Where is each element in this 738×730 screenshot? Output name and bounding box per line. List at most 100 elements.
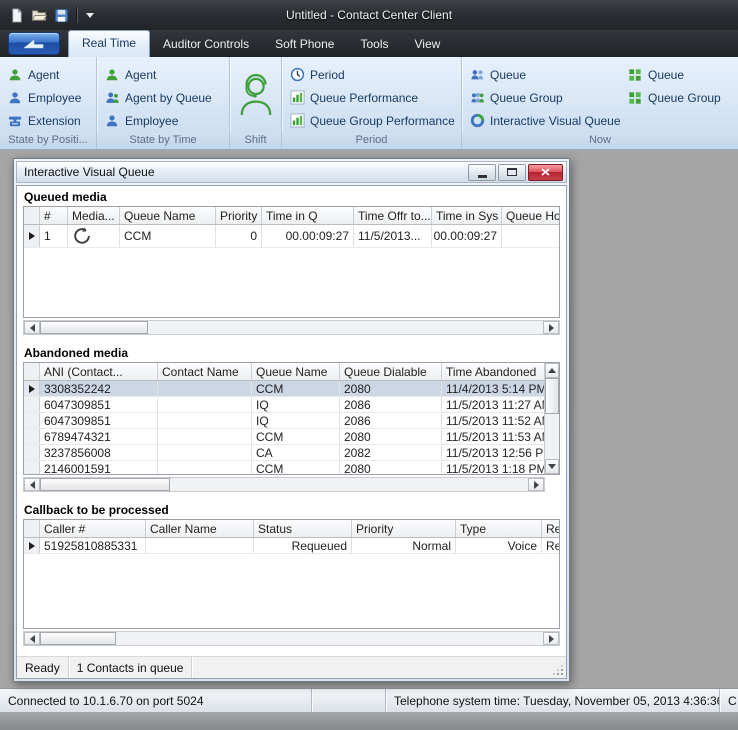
close-button[interactable] xyxy=(528,164,563,181)
toolbar-dropdown-icon[interactable] xyxy=(86,13,94,18)
cell-time-abandoned: 11/5/2013 12:56 PM xyxy=(442,445,544,460)
abandoned-row[interactable]: 6047309851 IQ 2086 11/5/2013 11:27 AM xyxy=(24,397,544,413)
ribbon-item-extension[interactable]: Extension xyxy=(0,109,96,132)
scrollbar-thumb[interactable] xyxy=(40,632,116,645)
tab-auditor-controls[interactable]: Auditor Controls xyxy=(150,32,262,57)
cell-caller-number: 51925810885331 xyxy=(40,538,146,553)
column-header[interactable]: Time in Q xyxy=(262,207,354,224)
arrow-down-icon xyxy=(548,464,556,469)
ribbon-item-queue-group-now[interactable]: Queue Group xyxy=(462,86,620,109)
callback-row[interactable]: 51925810885331 Requeued Normal Voice Req xyxy=(24,538,559,554)
abandoned-row[interactable]: 6789474321 CCM 2080 11/5/2013 11:53 AM xyxy=(24,429,544,445)
arrow-up-icon xyxy=(548,368,556,373)
abandoned-row[interactable]: 3308352242 CCM 2080 11/4/2013 5:14 PM xyxy=(24,381,544,397)
open-folder-icon[interactable] xyxy=(31,8,47,23)
ribbon-item-label: Period xyxy=(310,68,345,82)
row-arrow-icon xyxy=(29,542,35,550)
column-header[interactable]: Time Abandoned xyxy=(442,363,544,380)
tab-soft-phone[interactable]: Soft Phone xyxy=(262,32,347,57)
column-header[interactable]: Type xyxy=(456,520,542,537)
ribbon-group-shift: Shift xyxy=(230,57,282,149)
column-header[interactable]: Queue Dialable xyxy=(340,363,442,380)
column-header[interactable]: Caller Name xyxy=(146,520,254,537)
scrollbar-thumb[interactable] xyxy=(40,321,148,334)
employee-icon xyxy=(7,90,23,106)
column-header[interactable]: Media... xyxy=(68,207,120,224)
abandoned-row[interactable]: 6047309851 IQ 2086 11/5/2013 11:52 AM xyxy=(24,413,544,429)
column-header[interactable]: Status xyxy=(254,520,352,537)
scroll-down-button[interactable] xyxy=(545,459,559,474)
window-title: Untitled - Contact Center Client xyxy=(0,8,738,22)
queued-horizontal-scrollbar xyxy=(23,320,560,335)
abandoned-row[interactable]: 3237856008 CA 2082 11/5/2013 12:56 PM xyxy=(24,445,544,461)
scroll-right-button[interactable] xyxy=(543,632,559,645)
row-selector-header xyxy=(24,520,40,537)
ribbon-item-agent-position[interactable]: Agent xyxy=(0,63,96,86)
quick-access-toolbar xyxy=(0,7,94,23)
cell-status: Requeued xyxy=(254,538,352,553)
chart-icon xyxy=(289,113,305,129)
ribbon-item-agent-time[interactable]: Agent xyxy=(97,63,229,86)
scroll-right-button[interactable] xyxy=(543,321,559,334)
column-header[interactable]: Time Offr to... xyxy=(354,207,432,224)
column-header[interactable]: Queue Name xyxy=(120,207,216,224)
ribbon-item-queue-performance[interactable]: Queue Performance xyxy=(282,86,461,109)
employee-icon xyxy=(104,113,120,129)
section-title-abandoned-media: Abandoned media xyxy=(17,342,566,362)
ribbon-item-queue-now[interactable]: Queue xyxy=(462,63,620,86)
column-header[interactable]: Time in Sys xyxy=(432,207,502,224)
application-menu-button[interactable] xyxy=(8,32,60,55)
row-selector xyxy=(24,413,40,428)
column-header[interactable]: ANI (Contact... xyxy=(40,363,158,380)
ribbon-item-queue-group-performance[interactable]: Queue Group Performance xyxy=(282,109,461,132)
cell-number: 1 xyxy=(40,225,68,247)
row-selector xyxy=(24,397,40,412)
column-header[interactable]: Priority xyxy=(216,207,262,224)
queue-icon xyxy=(469,67,485,83)
close-icon xyxy=(541,168,550,176)
column-header[interactable]: Reas xyxy=(542,520,559,537)
scroll-right-button[interactable] xyxy=(528,478,544,491)
column-header[interactable]: # xyxy=(40,207,68,224)
ribbon-item-period[interactable]: Period xyxy=(282,63,461,86)
new-document-icon[interactable] xyxy=(9,8,24,23)
tab-tools[interactable]: Tools xyxy=(347,32,401,57)
column-header[interactable]: Queue Hop xyxy=(502,207,559,224)
cell-media-type xyxy=(68,225,120,247)
scroll-up-button[interactable] xyxy=(545,363,559,378)
chart-icon xyxy=(289,90,305,106)
column-header[interactable]: Priority xyxy=(352,520,456,537)
ribbon-item-shift[interactable] xyxy=(230,57,281,133)
interactive-visual-queue-window: Interactive Visual Queue Queued media # xyxy=(13,158,570,682)
scrollbar-thumb[interactable] xyxy=(545,378,559,414)
cell-contact-name xyxy=(158,429,252,444)
ribbon-item-label: Extension xyxy=(28,114,81,128)
save-icon[interactable] xyxy=(54,8,69,23)
ribbon-item-queue-group-grid[interactable]: Queue Group xyxy=(620,86,738,109)
column-header[interactable]: Caller # xyxy=(40,520,146,537)
ribbon-item-agent-by-queue[interactable]: Agent by Queue xyxy=(97,86,229,109)
queued-media-row[interactable]: 1 CCM 0 00.00:09:27 11/5/2013... 00.00:0… xyxy=(24,225,559,248)
scroll-left-button[interactable] xyxy=(24,321,40,334)
resize-grip[interactable] xyxy=(553,665,564,676)
scroll-left-button[interactable] xyxy=(24,632,40,645)
cell-contact-name xyxy=(158,381,252,396)
scrollbar-thumb[interactable] xyxy=(40,478,170,491)
column-header[interactable]: Queue Name xyxy=(252,363,340,380)
cell-ani: 6789474321 xyxy=(40,429,158,444)
abandoned-row[interactable]: 2146001591 CCM 2080 11/5/2013 1:18 PM xyxy=(24,461,544,474)
tab-real-time[interactable]: Real Time xyxy=(68,30,150,57)
tab-view[interactable]: View xyxy=(401,32,453,57)
ribbon-item-employee-time[interactable]: Employee xyxy=(97,109,229,132)
ribbon-item-label: Agent by Queue xyxy=(125,91,212,105)
maximize-button[interactable] xyxy=(498,164,526,181)
cell-queue-dialable: 2080 xyxy=(340,381,442,396)
cell-contact-name xyxy=(158,461,252,474)
minimize-button[interactable] xyxy=(468,164,496,181)
ribbon-item-employee-position[interactable]: Employee xyxy=(0,86,96,109)
ribbon-item-interactive-visual-queue[interactable]: Interactive Visual Queue xyxy=(462,109,620,132)
scroll-left-button[interactable] xyxy=(24,478,40,491)
column-header[interactable]: Contact Name xyxy=(158,363,252,380)
application-window: Untitled - Contact Center Client Real Ti… xyxy=(0,0,738,730)
ribbon-item-queue-grid[interactable]: Queue xyxy=(620,63,738,86)
